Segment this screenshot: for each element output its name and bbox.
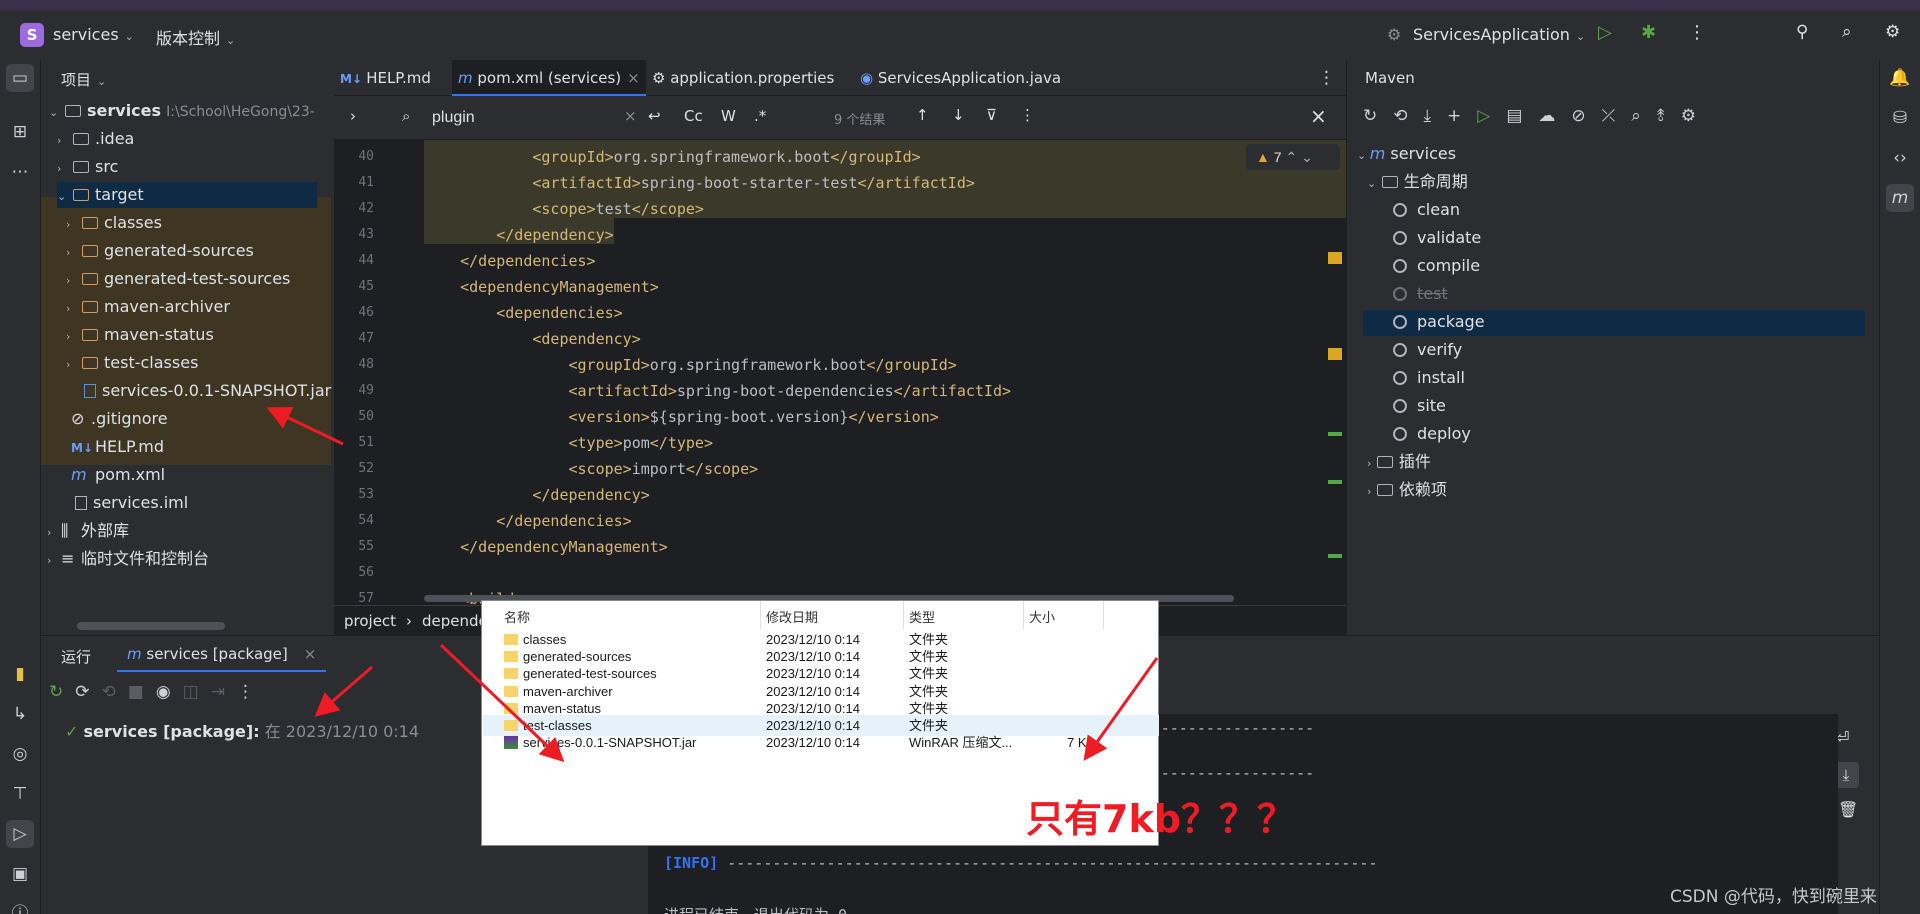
arrow-to-jar-size	[1083, 657, 1159, 761]
arrow-to-run-result	[314, 665, 373, 717]
arrow-to-jar-tree	[266, 406, 344, 446]
watermark: CSDN @代码，快到碗里来	[1670, 887, 1877, 907]
arrow-to-jar-file	[439, 643, 565, 763]
annotation-text: 只有7kb？？？	[1026, 797, 1295, 841]
annotation-arrows	[266, 406, 1159, 763]
